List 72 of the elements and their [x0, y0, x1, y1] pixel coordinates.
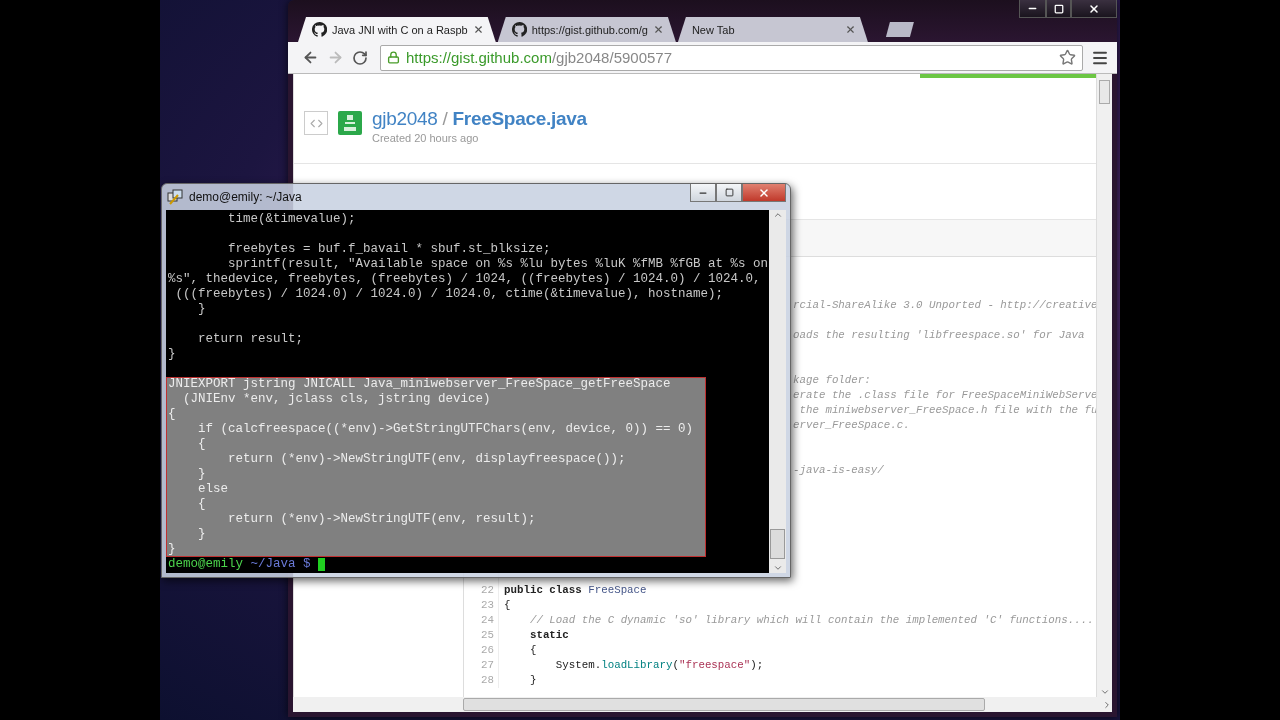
line-number: 28 — [464, 673, 499, 688]
close-tab-icon[interactable] — [472, 24, 484, 35]
terminal-line: } — [197, 302, 207, 317]
minimize-button[interactable] — [690, 184, 716, 202]
horizontal-scrollbar[interactable] — [293, 697, 1112, 712]
path-separator: / — [442, 108, 448, 129]
forward-button[interactable] — [327, 49, 344, 66]
browser-tab[interactable]: Java JNI with C on a Raspb — [298, 17, 496, 42]
scroll-right-icon[interactable] — [1102, 699, 1112, 710]
browser-tab[interactable]: https://gist.github.com/g — [497, 17, 676, 42]
octocat-icon — [511, 22, 527, 37]
file-name-link[interactable]: FreeSpace.java — [452, 108, 587, 129]
text-cursor — [318, 558, 326, 571]
code-line: public class FreeSpace — [503, 583, 647, 598]
url-text: https://gist.github.com/gjb2048/5900577 — [406, 49, 674, 66]
avatar-icon — [338, 111, 362, 135]
tab-title: Java JNI with C on a Raspb — [332, 23, 468, 36]
code-icon — [304, 111, 328, 135]
line-number: 26 — [464, 643, 499, 658]
browser-tab[interactable]: New Tab — [677, 17, 868, 42]
octocat-icon — [312, 22, 327, 37]
scroll-thumb[interactable] — [463, 698, 985, 711]
prompt-path: ~/Java $ — [250, 557, 311, 572]
tab-title: https://gist.github.com/g — [531, 23, 648, 36]
code-line: } — [528, 673, 537, 688]
line-number: 23 — [464, 598, 499, 613]
close-tab-icon[interactable] — [652, 24, 664, 35]
created-time: Created 20 hours ago — [372, 132, 480, 144]
code-line: static — [528, 628, 569, 643]
maximize-icon — [1053, 3, 1064, 14]
tab-title: New Tab — [691, 23, 736, 36]
code-line: // Load the C dynamic 'so' library which will contain the implemented 'C' functions.... — [528, 613, 1094, 628]
close-icon — [1088, 2, 1100, 15]
scroll-down-icon[interactable] — [772, 563, 783, 573]
owner-link[interactable]: gjb2048 — [372, 108, 438, 129]
terminal-line: time(&timevalue); — [227, 212, 357, 227]
scroll-thumb[interactable] — [1099, 80, 1110, 104]
terminal-line: (((freebytes) / 1024.0) / 1024.0) / 1024.0, ctime(&timevalue), hostname); — [174, 287, 725, 302]
address-bar[interactable]: https://gist.github.com/gjb2048/5900577 — [380, 44, 1083, 71]
terminal-scrollbar[interactable] — [769, 210, 786, 573]
code-line: { — [503, 598, 511, 613]
bookmark-star-icon[interactable] — [1059, 49, 1076, 66]
putty-icon — [167, 189, 183, 205]
line-number: 22 — [464, 583, 499, 598]
new-tab-button[interactable] — [885, 22, 914, 37]
reload-button[interactable] — [352, 49, 368, 66]
maximize-button[interactable] — [1046, 0, 1071, 18]
scroll-down-icon[interactable] — [1099, 687, 1110, 697]
prompt-user-host: demo@emily — [168, 557, 243, 572]
close-button[interactable] — [1071, 0, 1117, 18]
close-icon — [758, 186, 770, 199]
code-line: System.loadLibrary("freespace"); — [554, 658, 764, 673]
close-button[interactable] — [742, 184, 786, 202]
vertical-scrollbar[interactable] — [1096, 74, 1112, 697]
scroll-up-icon[interactable] — [772, 210, 783, 220]
code-line: { — [528, 643, 537, 658]
scroll-thumb[interactable] — [770, 529, 785, 559]
terminal-line: freebytes = buf.f_bavail * sbuf.st_blksize; — [227, 242, 552, 257]
maximize-icon — [724, 188, 734, 197]
back-button[interactable] — [302, 49, 319, 66]
code-comment: rcial-ShareAlike 3.0 Unported - http://creative — [793, 298, 1096, 313]
close-tab-icon[interactable] — [844, 24, 856, 35]
terminal-line: return result; — [197, 332, 305, 347]
line-number: 27 — [464, 658, 499, 673]
line-number: 24 — [464, 613, 499, 628]
code-comment: -java-is-easy/ — [793, 463, 884, 478]
lock-icon — [387, 51, 400, 64]
terminal-line: } — [167, 347, 177, 362]
terminal-line: %s", thedevice, freebytes, (freebytes) / 1024, ((freebytes) / 1024.0) / 1024.0, — [167, 272, 762, 287]
line-number: 25 — [464, 628, 499, 643]
terminal-line: sprintf(result, "Available space on %s %lu bytes %luK %fMB %fGB at %s on — [227, 257, 769, 272]
window-title: demo@emily: ~/Java — [189, 190, 302, 204]
